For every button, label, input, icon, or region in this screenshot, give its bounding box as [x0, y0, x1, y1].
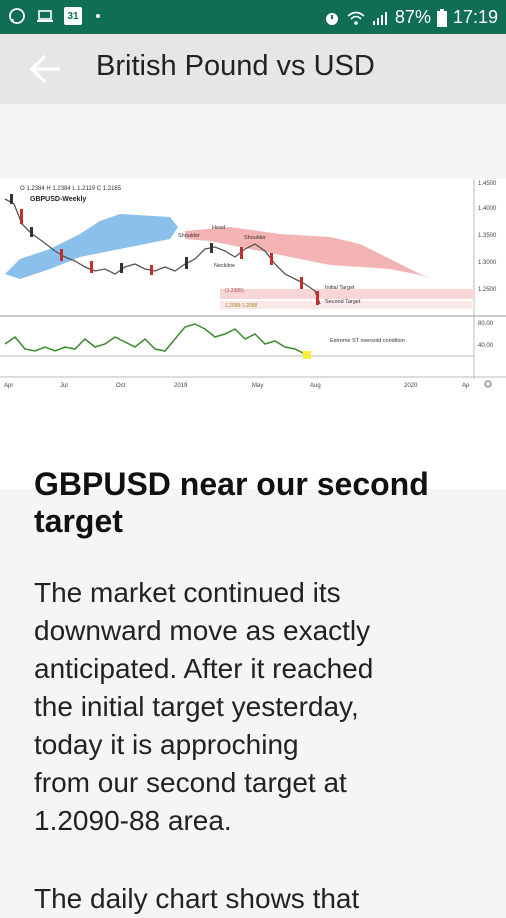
chart-ytick: 1.3500 — [478, 233, 497, 239]
chart-ytick: 1.2500 — [478, 287, 497, 293]
chart-ytick: 80.00 — [478, 321, 494, 327]
gbpusd-chart: O 1.2384 H 1.2384 L 1.2119 C 1.2165 GBPU… — [0, 179, 506, 489]
chart-xtick: Apr — [4, 383, 13, 389]
wifi-icon — [347, 11, 365, 25]
notification-dot-icon — [96, 14, 100, 18]
chart-xtick: Ap — [462, 383, 470, 389]
article-paragraph-continued: The daily chart shows that — [34, 883, 360, 914]
battery-percent: 87% — [394, 7, 431, 27]
chart-annotation: 1.2090-1.2088 — [225, 303, 257, 309]
chart-annotation: Initial Target — [325, 285, 355, 291]
back-arrow-icon[interactable] — [28, 54, 60, 84]
chart-xtick: Oct — [116, 383, 126, 389]
chart-image: O 1.2384 H 1.2384 L 1.2119 C 1.2165 GBPU… — [0, 104, 506, 489]
calendar-icon: 31 — [64, 7, 82, 25]
chart-ytick: 40.00 — [478, 343, 494, 349]
chart-annotation: (1.2305) — [225, 288, 244, 294]
laptop-icon — [37, 10, 53, 22]
chart-ytick: 1.4500 — [478, 181, 497, 187]
whatsapp-icon — [9, 8, 25, 24]
chart-annotation: Head — [212, 225, 225, 231]
article-heading: GBPUSD near our second target — [34, 466, 429, 539]
article-paragraph: The market continued its downward move a… — [34, 577, 374, 836]
chart-symbol: GBPUSD-Weekly — [30, 196, 86, 203]
battery-icon — [436, 8, 447, 27]
chart-xtick: Jul — [60, 383, 68, 389]
signal-icon — [372, 11, 387, 25]
alarm-icon — [325, 12, 338, 25]
chart-xtick: Aug — [310, 383, 321, 389]
chart-annotation: Shoulder — [178, 233, 200, 239]
app-bar: British Pound vs USD — [0, 34, 506, 104]
chart-annotation: Extreme ST oversold condition — [330, 338, 405, 344]
chart-annotation: Neckline — [214, 263, 235, 269]
chart-ytick: 1.4000 — [478, 206, 497, 212]
chart-xtick: May — [252, 383, 263, 389]
chart-ytick: 1.3000 — [478, 260, 497, 266]
chart-xtick: 2019 — [174, 383, 188, 389]
status-bar: 31 87% 17:19 — [0, 0, 506, 34]
clock-time: 17:19 — [452, 7, 498, 27]
chart-xtick: 2020 — [404, 383, 418, 389]
chart-ohlc: O 1.2384 H 1.2384 L 1.2119 C 1.2165 — [20, 186, 122, 192]
chart-annotation: Second Target — [325, 299, 361, 305]
page-title: British Pound vs USD — [96, 50, 375, 82]
chart-annotation: Shoulder — [244, 235, 266, 241]
